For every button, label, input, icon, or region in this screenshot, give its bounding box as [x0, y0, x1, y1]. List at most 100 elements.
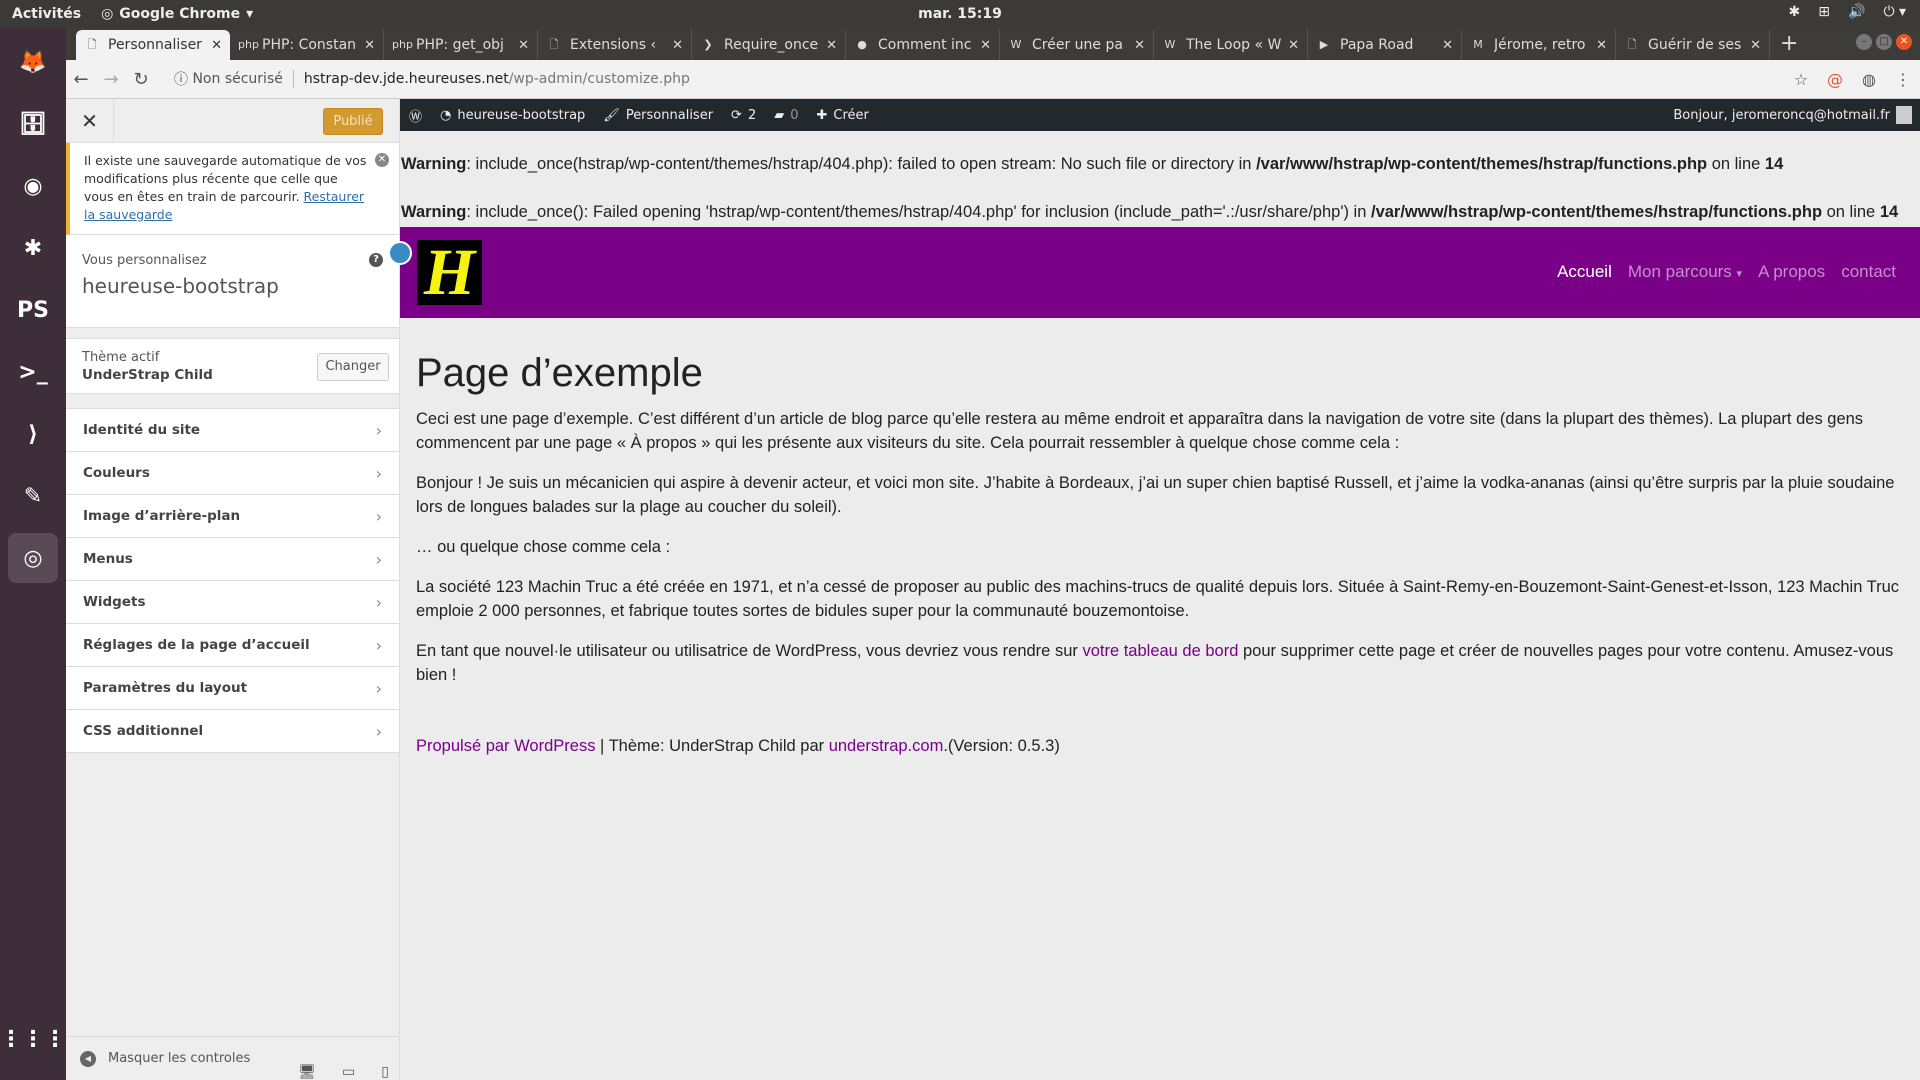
- understrap-link[interactable]: understrap.com: [829, 737, 944, 755]
- close-window-button[interactable]: ✕: [1896, 34, 1912, 50]
- volume-icon[interactable]: 🔊: [1848, 4, 1865, 20]
- customizing-label: Vous personnalisez: [82, 253, 207, 268]
- bookmark-star-icon[interactable]: ☆: [1784, 70, 1818, 89]
- chrome-icon[interactable]: ◎: [8, 533, 58, 583]
- dashboard-link[interactable]: votre tableau de bord: [1082, 642, 1238, 660]
- desktop-preview-icon[interactable]: 🖥: [298, 1064, 316, 1080]
- favicon-icon: M: [1473, 38, 1483, 51]
- customizer-section[interactable]: Paramètres du layout ›: [66, 667, 399, 710]
- profile-avatar[interactable]: ◍: [1852, 70, 1886, 89]
- admin-site-link[interactable]: ◔ heureuse-bootstrap: [431, 108, 594, 123]
- power-icon[interactable]: ⏻ ▾: [1883, 4, 1906, 20]
- menu-kebab-icon[interactable]: ⋮: [1886, 70, 1920, 89]
- admin-customize-link[interactable]: 🖌 Personnaliser: [594, 108, 722, 123]
- close-tab-icon[interactable]: ✕: [518, 38, 529, 53]
- close-tab-icon[interactable]: ✕: [364, 38, 375, 53]
- close-icon: ✕: [81, 109, 98, 133]
- show-apps-icon[interactable]: ⋮⋮⋮: [0, 1014, 66, 1064]
- maximize-button[interactable]: □: [1876, 34, 1892, 50]
- tab[interactable]: W Créer une pa ✕: [1000, 30, 1154, 60]
- close-tab-icon[interactable]: ✕: [211, 38, 222, 53]
- app-menu[interactable]: ◎ Google Chrome ▾: [101, 6, 253, 22]
- network-icon[interactable]: ⊞: [1818, 4, 1830, 20]
- close-customizer-button[interactable]: ✕: [66, 99, 114, 143]
- tab[interactable]: ● Comment inc ✕: [846, 30, 1000, 60]
- wp-admin-bar: Ⓦ ◔ heureuse-bootstrap 🖌 Personnaliser ⟳ 2 …: [400, 99, 1920, 131]
- tab[interactable]: 🗋 Guérir de ses ✕: [1616, 30, 1770, 60]
- tab[interactable]: W The Loop « W ✕: [1154, 30, 1308, 60]
- tab[interactable]: php PHP: Constan ✕: [230, 30, 384, 60]
- admin-new-link[interactable]: ✚ Créer: [808, 108, 878, 123]
- slack-tray-icon[interactable]: ✱: [1789, 4, 1801, 20]
- wp-logo-icon[interactable]: Ⓦ: [400, 106, 431, 125]
- customizer-section[interactable]: Widgets ›: [66, 581, 399, 624]
- close-tab-icon[interactable]: ✕: [1288, 38, 1299, 53]
- admin-account-link[interactable]: Bonjour, jeromeroncq@hotmail.fr: [1673, 106, 1912, 124]
- nav-a-propos[interactable]: A propos: [1758, 262, 1825, 282]
- text-editor-icon[interactable]: ✎: [8, 471, 58, 521]
- close-tab-icon[interactable]: ✕: [826, 38, 837, 53]
- admin-comments-link[interactable]: ▰ 0: [765, 108, 807, 123]
- tab-title: Guérir de ses: [1648, 37, 1742, 53]
- help-icon[interactable]: ?: [369, 253, 383, 267]
- vscode-icon[interactable]: ⟩: [8, 409, 58, 459]
- tab[interactable]: M Jérome, retro ✕: [1462, 30, 1616, 60]
- close-tab-icon[interactable]: ✕: [1750, 38, 1761, 53]
- customizer-section[interactable]: CSS additionnel ›: [66, 710, 399, 753]
- wordpress-link[interactable]: Propulsé par WordPress: [416, 737, 595, 755]
- mobile-preview-icon[interactable]: ▯: [381, 1064, 389, 1080]
- nav-contact[interactable]: contact: [1841, 262, 1896, 282]
- close-tab-icon[interactable]: ✕: [1442, 38, 1453, 53]
- admin-updates-link[interactable]: ⟳ 2: [722, 108, 765, 123]
- hide-controls-button[interactable]: Masquer les controles: [108, 1051, 250, 1066]
- site-logo[interactable]: H: [417, 240, 482, 306]
- dismiss-notice-icon[interactable]: ✕: [375, 153, 389, 167]
- caret-down-icon: ▾: [246, 5, 254, 22]
- new-tab-button[interactable]: +: [1780, 30, 1798, 60]
- tab[interactable]: php PHP: get_obj ✕: [384, 30, 538, 60]
- customizer-sidebar: ✕ Publié Il existe une sauvegarde automa…: [66, 99, 400, 1080]
- system-tray[interactable]: ✱ ⊞ 🔊 ⏻ ▾: [1789, 4, 1906, 20]
- updates-icon: ⟳: [731, 107, 742, 123]
- activities-button[interactable]: Activités: [12, 6, 81, 22]
- slack-icon[interactable]: ✱: [8, 223, 58, 273]
- publish-button[interactable]: Publié: [323, 108, 383, 135]
- customizer-section[interactable]: Réglages de la page d’accueil ›: [66, 624, 399, 667]
- customizer-section[interactable]: Image d’arrière-plan ›: [66, 495, 399, 538]
- phpstorm-icon[interactable]: PS: [8, 285, 58, 335]
- favicon-icon: 🗋: [87, 38, 97, 51]
- close-tab-icon[interactable]: ✕: [980, 38, 991, 53]
- chevron-right-icon: ›: [375, 721, 382, 741]
- extension-icon[interactable]: @: [1818, 70, 1852, 89]
- customizer-header: ✕ Publié: [66, 99, 399, 143]
- section-label: Menus: [83, 551, 133, 567]
- firefox-icon[interactable]: 🦊: [8, 37, 58, 87]
- change-theme-button[interactable]: Changer: [317, 353, 389, 381]
- edit-shortcut-icon[interactable]: [388, 241, 412, 265]
- info-icon[interactable]: ⓘ: [174, 69, 188, 89]
- clock[interactable]: mar. 15:19: [0, 6, 1920, 22]
- files-icon[interactable]: 🗄: [8, 99, 58, 149]
- terminal-icon[interactable]: >_: [8, 347, 58, 397]
- tab[interactable]: 🗋 Extensions ‹ ✕: [538, 30, 692, 60]
- minimize-button[interactable]: –: [1856, 34, 1872, 50]
- tablet-preview-icon[interactable]: ▭: [342, 1064, 355, 1080]
- paragraph: Bonjour ! Je suis un mécanicien qui aspi…: [416, 474, 1895, 516]
- collapse-icon[interactable]: ◀: [80, 1050, 96, 1067]
- tab[interactable]: ▶ Papa Road ✕: [1308, 30, 1462, 60]
- customizer-section[interactable]: Couleurs ›: [66, 452, 399, 495]
- address-bar[interactable]: ⓘ Non sécurisé hstrap-dev.jde.heureuses.…: [164, 64, 1776, 94]
- back-button[interactable]: ←: [66, 69, 96, 90]
- tab[interactable]: 🗋 Personnaliser ✕: [76, 30, 230, 60]
- customizer-section[interactable]: Identité du site ›: [66, 409, 399, 452]
- reload-button[interactable]: ↻: [126, 69, 156, 90]
- close-tab-icon[interactable]: ✕: [672, 38, 683, 53]
- nav-mon-parcours[interactable]: Mon parcours ▾: [1628, 262, 1742, 282]
- close-tab-icon[interactable]: ✕: [1596, 38, 1607, 53]
- close-tab-icon[interactable]: ✕: [1134, 38, 1145, 53]
- tab[interactable]: ❯ Require_once ✕: [692, 30, 846, 60]
- discord-icon[interactable]: ◉: [8, 161, 58, 211]
- nav-accueil[interactable]: Accueil: [1557, 262, 1612, 282]
- forward-button[interactable]: →: [96, 69, 126, 90]
- customizer-section[interactable]: Menus ›: [66, 538, 399, 581]
